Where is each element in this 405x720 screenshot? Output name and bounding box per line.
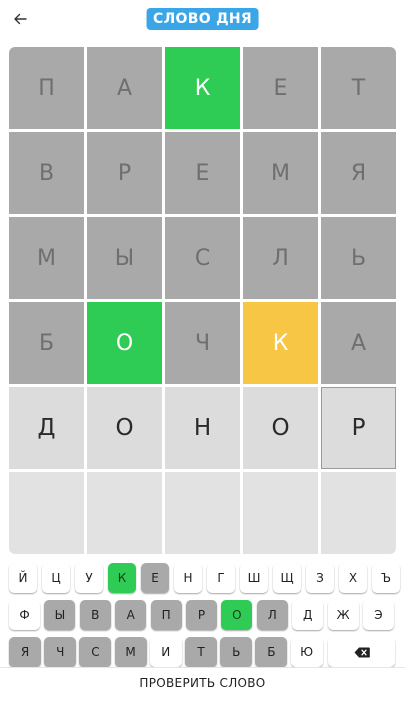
key[interactable]: К bbox=[108, 563, 136, 593]
board-cell: Р bbox=[321, 387, 396, 469]
check-word-button[interactable]: ПРОВЕРИТЬ СЛОВО bbox=[0, 667, 405, 698]
board-cell: П bbox=[9, 47, 84, 129]
page-title: СЛОВО ДНЯ bbox=[146, 8, 259, 30]
board-cell bbox=[87, 472, 162, 554]
keyboard-row: ФЫВАПРОЛДЖЭ bbox=[0, 600, 405, 630]
key[interactable]: Ы bbox=[44, 600, 76, 630]
key[interactable]: Ф bbox=[9, 600, 40, 630]
key[interactable]: П bbox=[150, 600, 182, 630]
backspace-button[interactable] bbox=[328, 637, 395, 667]
key[interactable]: М bbox=[114, 637, 147, 667]
arrow-left-icon bbox=[14, 13, 27, 25]
board-cell bbox=[321, 472, 396, 554]
key[interactable]: Ч bbox=[44, 637, 77, 667]
board-cell: О bbox=[87, 387, 162, 469]
board-cell bbox=[9, 472, 84, 554]
keyboard-row: ЙЦУКЕНГШЩЗХЪ bbox=[0, 563, 405, 593]
board-cell: Е bbox=[243, 47, 318, 129]
key[interactable]: С bbox=[79, 637, 112, 667]
board-cell: Я bbox=[321, 132, 396, 214]
key[interactable]: З bbox=[306, 563, 334, 593]
key[interactable]: Я bbox=[9, 637, 41, 667]
key[interactable]: Б bbox=[255, 637, 288, 667]
board-cell: Н bbox=[165, 387, 240, 469]
key[interactable]: Ь bbox=[220, 637, 253, 667]
board-cell: А bbox=[87, 47, 162, 129]
header: СЛОВО ДНЯ bbox=[0, 0, 405, 38]
board-cell: Е bbox=[165, 132, 240, 214]
key[interactable]: О bbox=[221, 600, 253, 630]
board-cell: Б bbox=[9, 302, 84, 384]
key[interactable]: Х bbox=[339, 563, 367, 593]
board-cell: С bbox=[165, 217, 240, 299]
board-cell: О bbox=[243, 387, 318, 469]
board-cell: Ь bbox=[321, 217, 396, 299]
board-cell: М bbox=[9, 217, 84, 299]
key[interactable]: Д bbox=[292, 600, 324, 630]
board-cell bbox=[165, 472, 240, 554]
game-board: ПАКЕТВРЕМЯМЫСЛЬБОЧКАДОНОР bbox=[9, 47, 396, 554]
board-cell: К bbox=[243, 302, 318, 384]
board-cell: Д bbox=[9, 387, 84, 469]
key[interactable]: Р bbox=[186, 600, 217, 630]
board-cell: О bbox=[87, 302, 162, 384]
key[interactable]: Г bbox=[207, 563, 235, 593]
key[interactable]: Ц bbox=[42, 563, 70, 593]
key[interactable]: Ш bbox=[240, 563, 268, 593]
back-button[interactable] bbox=[9, 8, 31, 30]
key[interactable]: Т bbox=[185, 637, 217, 667]
board-cell: Ы bbox=[87, 217, 162, 299]
letter-grid: ПАКЕТВРЕМЯМЫСЛЬБОЧКАДОНОР bbox=[9, 47, 396, 554]
key[interactable]: Ю bbox=[290, 637, 323, 667]
board-cell: Т bbox=[321, 47, 396, 129]
board-cell: К bbox=[165, 47, 240, 129]
board-cell: А bbox=[321, 302, 396, 384]
key[interactable]: Э bbox=[363, 600, 394, 630]
key[interactable]: Л bbox=[256, 600, 288, 630]
key[interactable]: Ж bbox=[327, 600, 359, 630]
bottom-strip bbox=[0, 698, 405, 720]
board-cell: Ч bbox=[165, 302, 240, 384]
key[interactable]: Щ bbox=[273, 563, 301, 593]
board-cell: Л bbox=[243, 217, 318, 299]
board-cell: Р bbox=[87, 132, 162, 214]
board-cell: В bbox=[9, 132, 84, 214]
key[interactable]: И bbox=[149, 637, 182, 667]
board-cell: М bbox=[243, 132, 318, 214]
backspace-icon bbox=[354, 647, 370, 657]
key[interactable]: Й bbox=[9, 563, 37, 593]
board-cell bbox=[243, 472, 318, 554]
on-screen-keyboard: ЙЦУКЕНГШЩЗХЪ ФЫВАПРОЛДЖЭ ЯЧСМИТЬБЮ bbox=[0, 563, 405, 667]
key[interactable]: Ъ bbox=[372, 563, 400, 593]
keyboard-row: ЯЧСМИТЬБЮ bbox=[0, 637, 405, 667]
key[interactable]: А bbox=[115, 600, 147, 630]
key[interactable]: Е bbox=[141, 563, 169, 593]
key[interactable]: В bbox=[79, 600, 111, 630]
key[interactable]: У bbox=[75, 563, 103, 593]
key[interactable]: Н bbox=[174, 563, 202, 593]
